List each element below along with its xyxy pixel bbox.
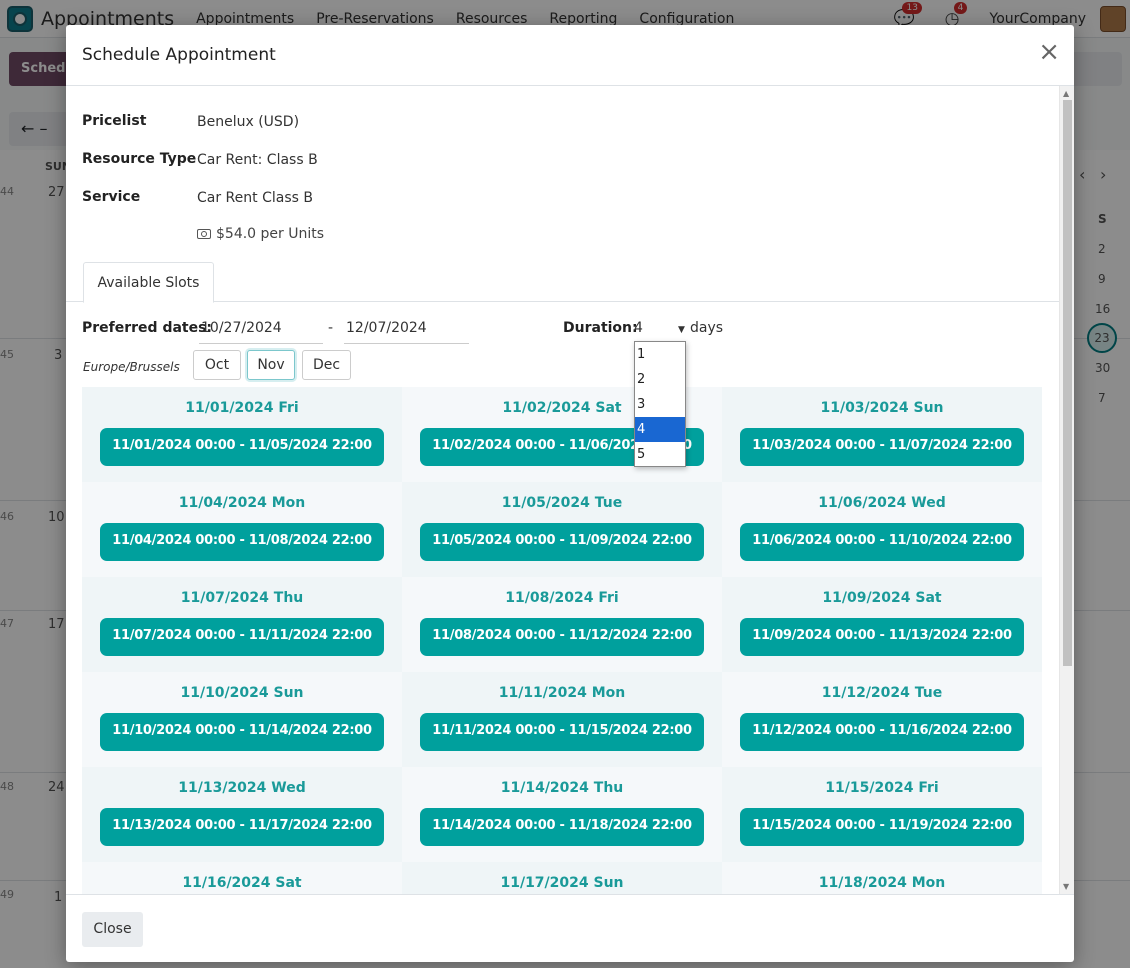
tab-available-slots[interactable]: Available Slots [83,262,214,303]
slot-day-label: 11/04/2024 Mon [178,495,306,511]
slot-day-label: 11/17/2024 Sun [500,875,624,891]
slot-day-label: 11/10/2024 Sun [180,685,304,701]
duration-unit: days [690,320,724,336]
close-icon[interactable]: × [1038,39,1060,65]
date-from-input[interactable]: 10/27/2024 [199,320,323,344]
duration-option[interactable]: 2 [635,367,685,392]
close-button[interactable]: Close [82,912,143,947]
date-to-input[interactable]: 12/07/2024 [344,320,469,344]
slot-button[interactable]: 11/10/2024 00:00 - 11/14/2024 22:00 [100,713,384,751]
pricelist-label: Pricelist [82,113,147,129]
slot-button[interactable]: 11/05/2024 00:00 - 11/09/2024 22:00 [420,523,704,561]
slot-cell: 11/11/2024 Mon 11/11/2024 00:00 - 11/15/… [402,672,722,767]
service-label: Service [82,189,141,205]
slot-cell: 11/17/2024 Sun [402,862,722,894]
slot-day-label: 11/15/2024 Fri [825,780,939,796]
resource-type-label: Resource Type [82,151,197,167]
slot-button[interactable]: 11/06/2024 00:00 - 11/10/2024 22:00 [740,523,1024,561]
scroll-thumb[interactable] [1063,100,1072,666]
date-separator: - [328,320,334,336]
duration-dropdown-list: 1 2 3 4 5 [634,341,686,467]
timezone-label: Europe/Brussels [83,360,180,374]
slot-day-label: 11/16/2024 Sat [182,875,302,891]
slot-day-label: 11/11/2024 Mon [498,685,626,701]
slot-cell: 11/13/2024 Wed 11/13/2024 00:00 - 11/17/… [82,767,402,862]
scroll-up-icon[interactable]: ▲ [1063,89,1069,98]
money-icon [197,229,211,239]
slot-day-label: 11/06/2024 Wed [818,495,946,511]
duration-option[interactable]: 3 [635,392,685,417]
slot-cell: 11/03/2024 Sun 11/03/2024 00:00 - 11/07/… [722,387,1042,482]
slot-button[interactable]: 11/01/2024 00:00 - 11/05/2024 22:00 [100,428,384,466]
slot-cell: 11/14/2024 Thu 11/14/2024 00:00 - 11/18/… [402,767,722,862]
slot-cell: 11/09/2024 Sat 11/09/2024 00:00 - 11/13/… [722,577,1042,672]
slot-cell: 11/10/2024 Sun 11/10/2024 00:00 - 11/14/… [82,672,402,767]
slot-cell: 11/05/2024 Tue 11/05/2024 00:00 - 11/09/… [402,482,722,577]
slot-cell: 11/01/2024 Fri 11/01/2024 00:00 - 11/05/… [82,387,402,482]
modal-scrollbar[interactable]: ▲ ▼ [1059,86,1074,894]
slot-button[interactable]: 11/14/2024 00:00 - 11/18/2024 22:00 [420,808,704,846]
slot-day-label: 11/13/2024 Wed [178,780,306,796]
slot-cell: 11/15/2024 Fri 11/15/2024 00:00 - 11/19/… [722,767,1042,862]
slot-button[interactable]: 11/11/2024 00:00 - 11/15/2024 22:00 [420,713,704,751]
slot-button[interactable]: 11/08/2024 00:00 - 11/12/2024 22:00 [420,618,704,656]
modal-footer: Close [66,894,1074,962]
slot-cell: 11/16/2024 Sat [82,862,402,894]
modal-body: Pricelist Benelux (USD) Resource Type Ca… [66,86,1074,894]
slot-day-label: 11/12/2024 Tue [821,685,943,701]
slot-button[interactable]: 11/07/2024 00:00 - 11/11/2024 22:00 [100,618,384,656]
duration-option[interactable]: 5 [635,442,685,467]
duration-value: 4 [634,320,643,336]
slot-cell: 11/12/2024 Tue 11/12/2024 00:00 - 11/16/… [722,672,1042,767]
slot-button[interactable]: 11/03/2024 00:00 - 11/07/2024 22:00 [740,428,1024,466]
slot-day-label: 11/14/2024 Thu [500,780,624,796]
duration-option-selected[interactable]: 4 [635,417,685,442]
month-button-nov[interactable]: Nov [247,350,295,380]
slot-button[interactable]: 11/04/2024 00:00 - 11/08/2024 22:00 [100,523,384,561]
slot-cell: 11/04/2024 Mon 11/04/2024 00:00 - 11/08/… [82,482,402,577]
price-text: $54.0 per Units [216,226,325,242]
slot-cell: 11/07/2024 Thu 11/07/2024 00:00 - 11/11/… [82,577,402,672]
scroll-down-icon[interactable]: ▼ [1063,882,1069,891]
price-line: $54.0 per Units [197,226,324,242]
resource-type-value: Car Rent: Class B [197,152,318,168]
slot-cell: 11/06/2024 Wed 11/06/2024 00:00 - 11/10/… [722,482,1042,577]
pricelist-value: Benelux (USD) [197,114,300,130]
tabs-bar: Available Slots [66,262,1059,303]
slot-day-label: 11/05/2024 Tue [501,495,623,511]
slot-button[interactable]: 11/09/2024 00:00 - 11/13/2024 22:00 [740,618,1024,656]
slot-day-label: 11/07/2024 Thu [180,590,304,606]
slot-cell: 11/08/2024 Fri 11/08/2024 00:00 - 11/12/… [402,577,722,672]
caret-down-icon: ▼ [678,325,685,335]
slot-day-label: 11/18/2024 Mon [818,875,946,891]
month-button-oct[interactable]: Oct [193,350,241,380]
slot-day-label: 11/01/2024 Fri [185,400,299,416]
duration-label: Duration: [563,320,638,336]
service-value: Car Rent Class B [197,190,313,206]
month-button-dec[interactable]: Dec [302,350,351,380]
slot-button[interactable]: 11/15/2024 00:00 - 11/19/2024 22:00 [740,808,1024,846]
preferred-dates-label: Preferred dates: [82,320,213,336]
slot-day-label: 11/03/2024 Sun [820,400,944,416]
modal-title: Schedule Appointment [82,45,276,65]
slot-button[interactable]: 11/12/2024 00:00 - 11/16/2024 22:00 [740,713,1024,751]
slot-button[interactable]: 11/13/2024 00:00 - 11/17/2024 22:00 [100,808,384,846]
slot-cell: 11/18/2024 Mon [722,862,1042,894]
slot-day-label: 11/09/2024 Sat [822,590,942,606]
modal-header: Schedule Appointment × [66,25,1074,86]
duration-option[interactable]: 1 [635,342,685,367]
schedule-appointment-dialog: Schedule Appointment × Pricelist Benelux… [66,25,1074,962]
slot-day-label: 11/08/2024 Fri [505,590,619,606]
